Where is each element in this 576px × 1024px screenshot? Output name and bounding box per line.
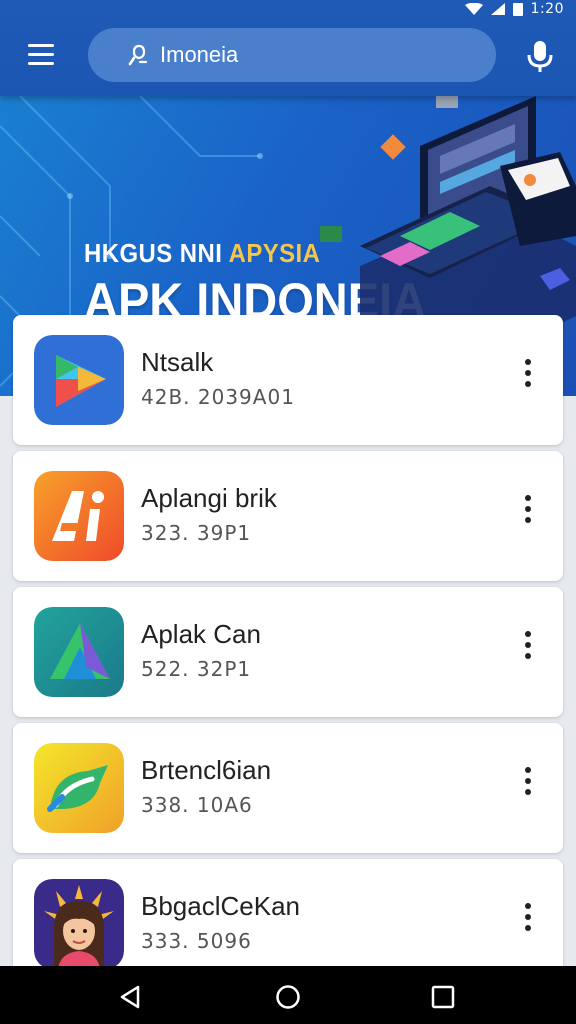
system-nav-bar bbox=[0, 966, 576, 1024]
recents-icon[interactable] bbox=[430, 984, 456, 1010]
more-options-button[interactable] bbox=[517, 355, 541, 391]
leaf-app-icon bbox=[34, 743, 124, 833]
app-name: Aplak Can bbox=[141, 619, 261, 649]
list-item[interactable]: Aplangi brik 323. 39P1 bbox=[13, 451, 563, 581]
triangle-app-icon bbox=[34, 607, 124, 697]
mic-icon[interactable] bbox=[524, 38, 556, 74]
banner-kicker-white: HKGUS NNI bbox=[84, 238, 229, 268]
app-meta: 333. 5096 bbox=[141, 929, 252, 953]
back-icon[interactable] bbox=[118, 984, 144, 1010]
app-name: BbgaclCeKan bbox=[141, 891, 300, 921]
avatar-app-icon bbox=[34, 879, 124, 969]
more-options-button[interactable] bbox=[517, 763, 541, 799]
menu-button[interactable] bbox=[24, 40, 58, 70]
app-name: Aplangi brik bbox=[141, 483, 277, 513]
search-input[interactable]: Imoneia bbox=[88, 28, 496, 82]
play-store-icon bbox=[34, 335, 124, 425]
list-item[interactable]: Ntsalk 42B. 2039A01 bbox=[13, 315, 563, 445]
search-icon bbox=[128, 44, 148, 66]
wifi-icon bbox=[464, 3, 483, 15]
app-meta: 338. 10A6 bbox=[141, 793, 253, 817]
status-bar: 1:20 bbox=[0, 0, 576, 18]
search-value: Imoneia bbox=[160, 42, 239, 67]
status-time: 1:20 bbox=[530, 1, 564, 17]
list-item[interactable]: Brtencl6ian 338. 10A6 bbox=[13, 723, 563, 853]
app-name: Ntsalk bbox=[141, 347, 214, 377]
more-options-button[interactable] bbox=[517, 899, 541, 935]
signal-icon bbox=[490, 3, 505, 15]
home-icon[interactable] bbox=[275, 984, 301, 1010]
ai-app-icon bbox=[34, 471, 124, 561]
app-meta: 522. 32P1 bbox=[141, 657, 252, 681]
app-name: Brtencl6ian bbox=[141, 755, 272, 785]
banner-kicker: HKGUS NNI APYSIA bbox=[84, 238, 320, 269]
list-item[interactable]: Aplak Can 522. 32P1 bbox=[13, 587, 563, 717]
more-options-button[interactable] bbox=[517, 627, 541, 663]
more-options-button[interactable] bbox=[517, 491, 541, 527]
app-meta: 42B. 2039A01 bbox=[141, 385, 295, 409]
battery-icon bbox=[512, 2, 523, 16]
app-meta: 323. 39P1 bbox=[141, 521, 252, 545]
